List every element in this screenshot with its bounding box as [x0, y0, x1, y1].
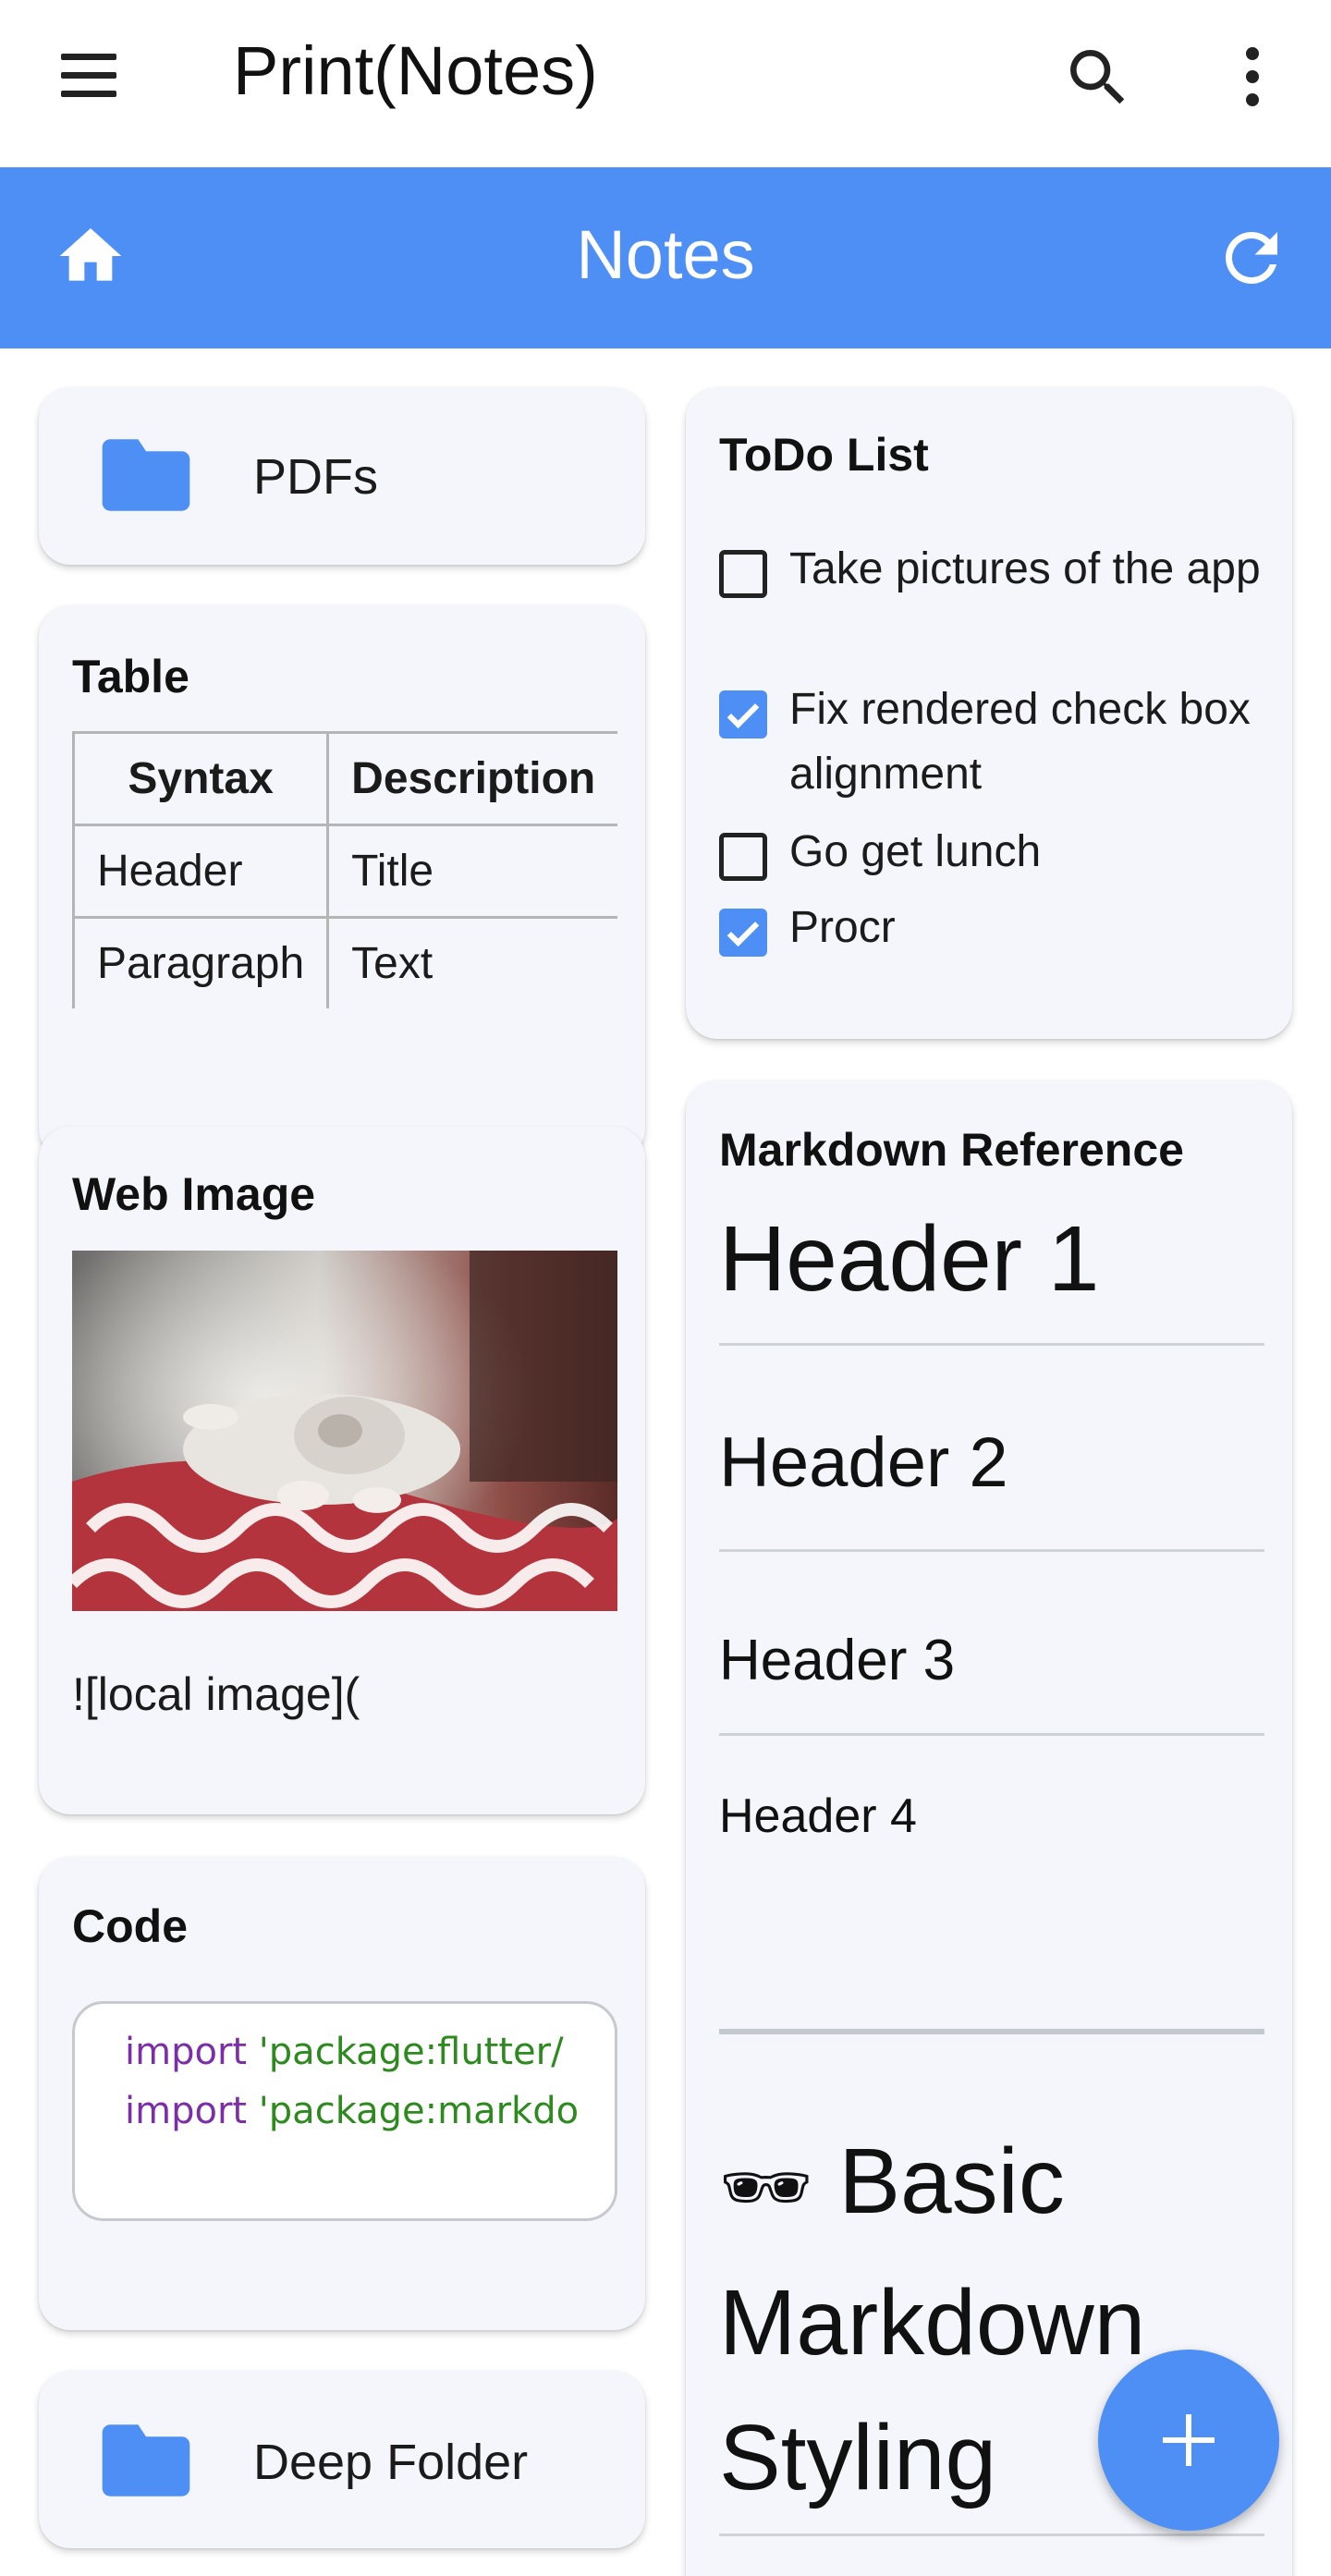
code-keyword: import: [125, 2090, 248, 2132]
header-1-rule: [719, 1343, 1264, 1346]
notes-header: Notes: [0, 167, 1331, 348]
table-header-row: Syntax Description: [72, 731, 617, 826]
folder-label: PDFs: [253, 449, 378, 505]
code-string: 'package:flutter/: [258, 2031, 564, 2073]
markdown-header-1: Header 1: [719, 1207, 1100, 1311]
note-card-table[interactable]: Table Syntax Description Header Title Pa…: [39, 605, 645, 1160]
todo-item: Procr: [719, 901, 1274, 966]
checkbox-checked[interactable]: [719, 690, 767, 739]
refresh-icon[interactable]: [1213, 219, 1290, 297]
code-string: 'package:markdo: [258, 2090, 580, 2132]
checkbox-unchecked[interactable]: [719, 550, 767, 598]
note-card-todo[interactable]: ToDo List Take pictures of the app Fix r…: [686, 387, 1292, 1039]
card-title: Web Image: [72, 1168, 316, 1220]
folder-icon: [98, 435, 194, 519]
todo-text: Go get lunch: [789, 827, 1042, 876]
table-header-cell: Description: [326, 731, 617, 826]
card-title: Code: [72, 1900, 188, 1952]
add-note-button[interactable]: [1098, 2350, 1279, 2531]
markdown-header-2: Header 2: [719, 1423, 1008, 1502]
todo-item: Take pictures of the app: [719, 543, 1274, 681]
markdown-header-4: Header 4: [719, 1789, 917, 1843]
sunglasses-icon: 🕶: [719, 2144, 813, 2230]
code-line: import 'package:markdo: [125, 2082, 615, 2141]
notes-grid: PDFs Table Syntax Description Header Tit…: [0, 348, 1331, 2576]
header-3-rule: [719, 1733, 1264, 1736]
todo-item: Go get lunch: [719, 825, 1274, 890]
table-cell: Header: [72, 824, 330, 919]
folder-card-deep-folder[interactable]: Deep Folder: [39, 2371, 645, 2548]
kitten-image: [72, 1251, 617, 1611]
basic-heading-rule: [719, 2533, 1264, 2536]
folder-label: Deep Folder: [253, 2435, 529, 2490]
note-card-web-image[interactable]: Web Image ![local image](: [39, 1127, 645, 1814]
basic-markdown-heading: 🕶 Basic Markdown Styling: [719, 2114, 1145, 2525]
table-row: Header Title: [72, 824, 617, 919]
code-keyword: import: [125, 2031, 248, 2073]
check-icon: [727, 703, 760, 729]
table-header-cell: Syntax: [72, 731, 330, 826]
menu-icon[interactable]: [55, 46, 122, 105]
table-cell: Title: [326, 824, 617, 919]
code-line: import 'package:flutter/: [125, 2022, 615, 2082]
header-title: Notes: [576, 216, 755, 293]
check-icon: [727, 922, 760, 947]
header-2-rule: [719, 1549, 1264, 1552]
heading-line: Markdown: [719, 2271, 1146, 2375]
heading-line: 🕶 Basic: [719, 2114, 1145, 2255]
card-title: ToDo List: [719, 429, 929, 481]
folder-card-pdfs[interactable]: PDFs: [39, 387, 645, 565]
table-cell: Paragraph: [72, 916, 330, 1008]
todo-text: Take pictures of the app: [789, 544, 1261, 593]
image-caption: ![local image](: [72, 1668, 360, 1720]
table-viewport[interactable]: Syntax Description Header Title Paragrap…: [72, 731, 617, 1008]
add-icon: [1163, 2414, 1215, 2466]
code-block[interactable]: import 'package:flutter/ import 'package…: [72, 2001, 617, 2221]
note-card-code[interactable]: Code import 'package:flutter/ import 'pa…: [39, 1857, 645, 2330]
search-icon[interactable]: [1061, 41, 1135, 115]
todo-text: Fix rendered check box alignment: [789, 685, 1251, 799]
heading-line: Styling: [719, 2406, 997, 2509]
heading-word: Basic: [838, 2130, 1065, 2233]
card-title: Markdown Reference: [719, 1124, 1184, 1176]
markdown-table: Syntax Description Header Title Paragrap…: [72, 731, 617, 1008]
checkbox-unchecked[interactable]: [719, 833, 767, 881]
todo-text: Procr: [789, 903, 896, 952]
more-vert-icon[interactable]: [1229, 44, 1276, 109]
table-row: Paragraph Text: [72, 916, 617, 1008]
top-app-bar: Print(Notes): [0, 0, 1331, 167]
checkbox-checked[interactable]: [719, 909, 767, 957]
todo-item: Fix rendered check box alignment: [719, 683, 1274, 822]
card-title: Table: [72, 651, 189, 702]
folder-icon: [98, 2421, 194, 2505]
horizontal-rule: [719, 2029, 1264, 2034]
markdown-header-3: Header 3: [719, 1629, 956, 1692]
table-cell: Text: [326, 916, 617, 1008]
app-title: Print(Notes): [233, 32, 598, 109]
